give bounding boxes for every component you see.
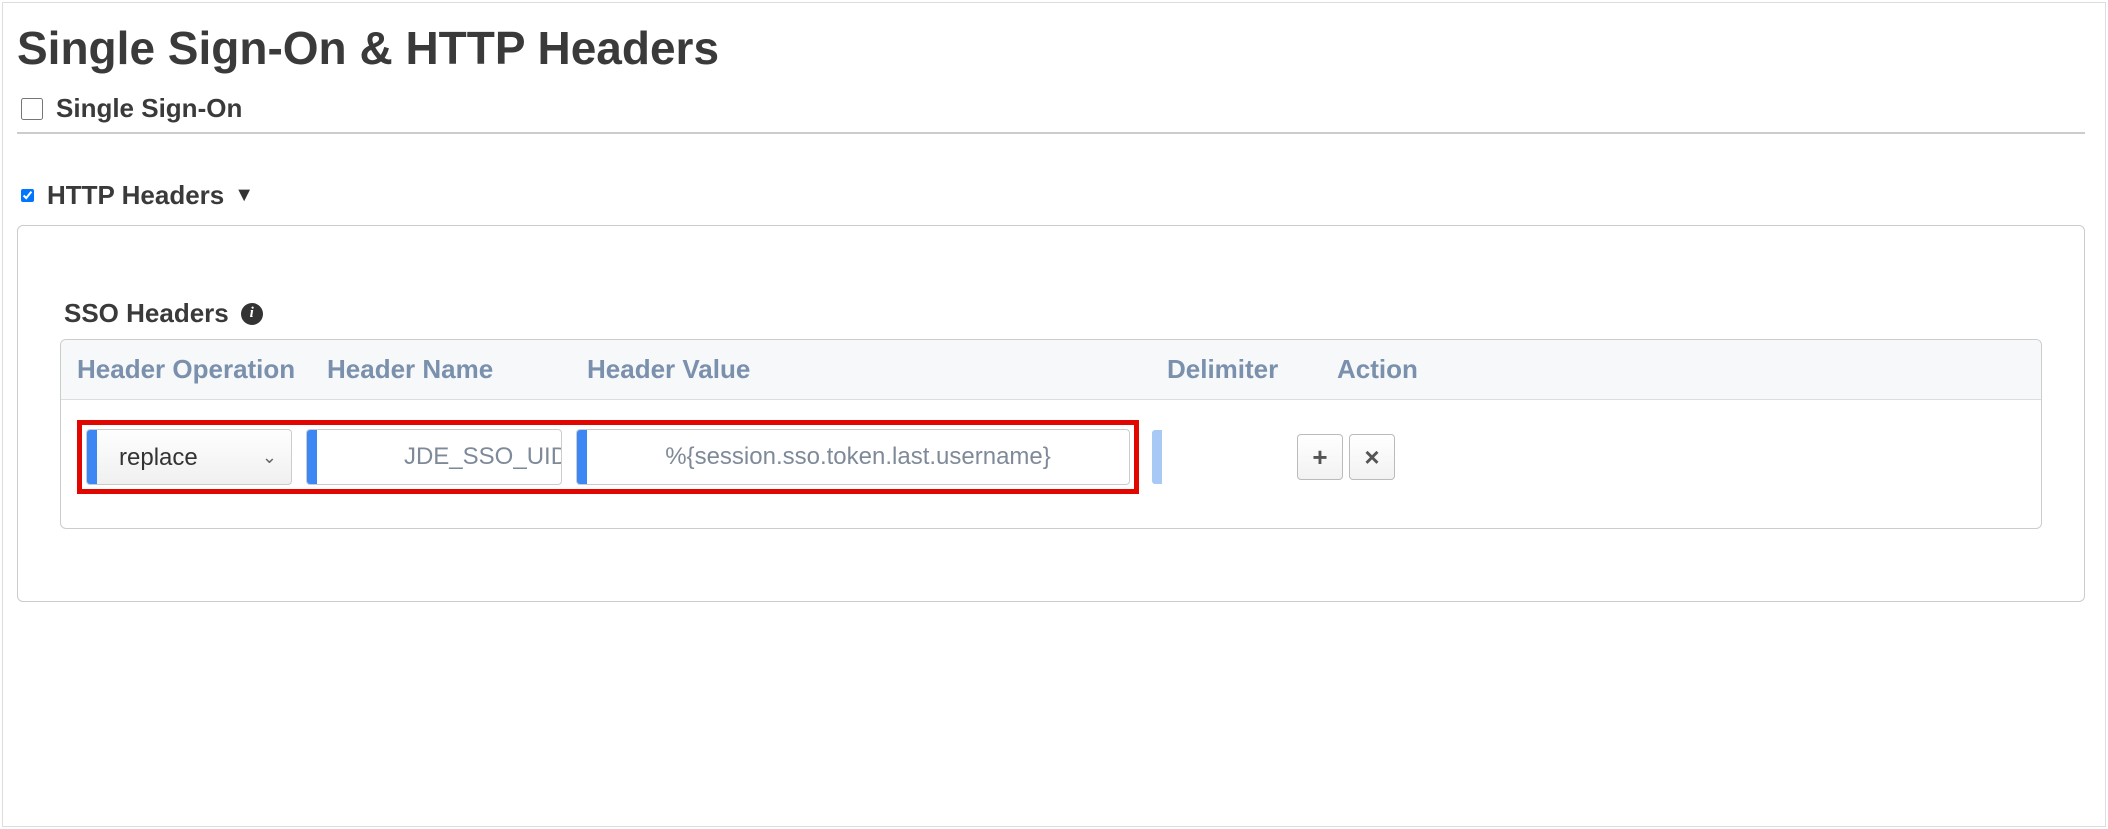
http-headers-checkbox[interactable] [21, 189, 34, 202]
delimiter-input[interactable] [1162, 430, 1285, 484]
sso-headers-table: Header Operation Header Name Header Valu… [60, 339, 2042, 529]
active-indicator [307, 430, 317, 484]
inactive-indicator [1152, 430, 1162, 484]
remove-row-button[interactable]: × [1349, 434, 1395, 480]
col-header-operation: Header Operation [77, 354, 327, 385]
collapse-toggle-icon[interactable]: ▼ [234, 184, 254, 207]
header-operation-select[interactable]: replace [97, 430, 258, 484]
col-header-value: Header Value [587, 354, 1167, 385]
table-row: replace ⌄ [61, 400, 2041, 528]
col-header-name: Header Name [327, 354, 587, 385]
col-header-action: Action [1337, 354, 1477, 385]
http-headers-panel: SSO Headers i Header Operation Header Na… [17, 225, 2085, 602]
page-title: Single Sign-On & HTTP Headers [17, 21, 2085, 75]
single-sign-on-checkbox[interactable] [21, 98, 43, 120]
sso-headers-label: SSO Headers [64, 298, 229, 329]
header-value-input[interactable] [587, 430, 1129, 484]
info-icon[interactable]: i [241, 303, 263, 325]
header-name-input[interactable] [317, 430, 562, 484]
active-indicator [577, 430, 587, 484]
http-headers-label: HTTP Headers [47, 180, 224, 211]
close-icon: × [1364, 442, 1379, 473]
highlighted-fields: replace ⌄ [77, 420, 1139, 494]
chevron-down-icon: ⌄ [258, 447, 291, 468]
divider [17, 132, 2085, 134]
plus-icon: + [1312, 442, 1327, 473]
col-header-delimiter: Delimiter [1167, 354, 1337, 385]
add-row-button[interactable]: + [1297, 434, 1343, 480]
active-indicator [87, 430, 97, 484]
delimiter-field[interactable] [1151, 429, 1285, 485]
single-sign-on-label: Single Sign-On [56, 93, 242, 124]
header-operation-field[interactable]: replace ⌄ [86, 429, 292, 485]
header-value-field[interactable] [576, 429, 1130, 485]
header-name-field[interactable] [306, 429, 562, 485]
